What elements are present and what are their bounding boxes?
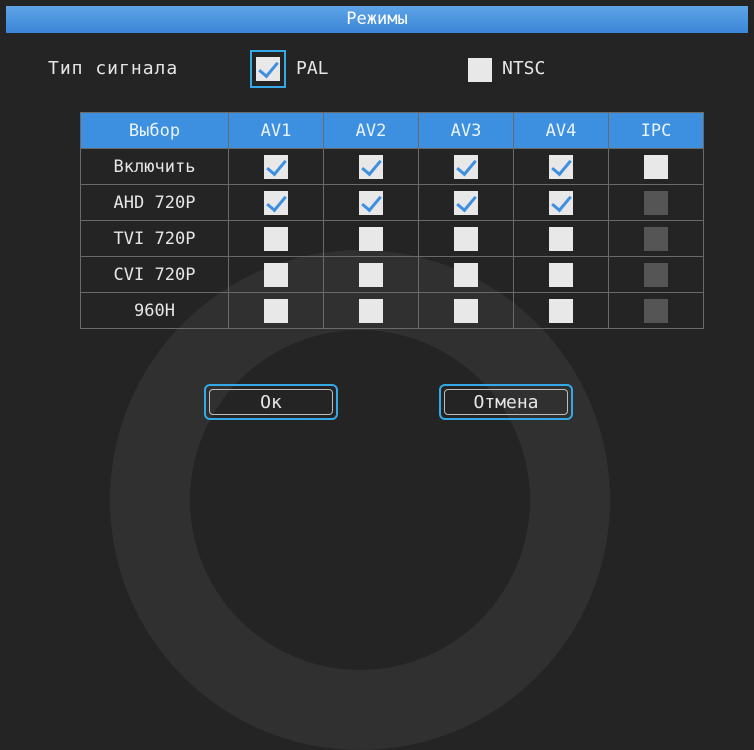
table-cell	[608, 256, 704, 293]
table-cell	[608, 292, 704, 329]
background-arc-inner	[190, 330, 530, 670]
mode-checkbox[interactable]	[644, 154, 668, 179]
table-cell	[418, 220, 514, 257]
ntsc-checkbox[interactable]	[468, 58, 492, 82]
table-cell	[608, 184, 704, 221]
header-select: Выбор	[80, 112, 229, 149]
mode-checkbox	[644, 298, 668, 323]
ok-button-label: Ок	[209, 389, 333, 415]
mode-checkbox[interactable]	[549, 226, 573, 251]
mode-table: Выбор AV1 AV2 AV3 AV4 IPC Включить AHD 72…	[80, 112, 704, 329]
dialog-title: Режимы	[6, 6, 748, 33]
mode-checkbox[interactable]	[454, 262, 478, 287]
signal-type-label: Тип сигнала	[48, 58, 179, 79]
table-cell	[418, 292, 514, 329]
mode-checkbox[interactable]	[264, 226, 288, 251]
mode-checkbox[interactable]	[549, 298, 573, 323]
mode-checkbox[interactable]	[359, 298, 383, 323]
mode-checkbox[interactable]	[359, 190, 383, 215]
signal-type-row: Тип сигнала PAL NTSC	[0, 50, 754, 90]
table-row: 960H	[80, 292, 704, 329]
table-cell	[513, 184, 609, 221]
table-cell	[323, 256, 419, 293]
table-cell	[228, 148, 324, 185]
table-row: TVI 720P	[80, 220, 704, 257]
header-ipc: IPC	[608, 112, 704, 149]
table-cell	[513, 292, 609, 329]
table-cell	[418, 184, 514, 221]
mode-checkbox[interactable]	[454, 298, 478, 323]
header-av1: AV1	[228, 112, 324, 149]
mode-checkbox[interactable]	[359, 154, 383, 179]
mode-checkbox	[644, 190, 668, 215]
mode-checkbox[interactable]	[454, 190, 478, 215]
table-row: CVI 720P	[80, 256, 704, 293]
table-cell	[323, 220, 419, 257]
pal-label: PAL	[296, 58, 329, 79]
row-label: AHD 720P	[80, 184, 229, 221]
table-cell	[418, 256, 514, 293]
header-av3: AV3	[418, 112, 514, 149]
table-cell	[418, 148, 514, 185]
table-cell	[608, 148, 704, 185]
cancel-button-label: Отмена	[444, 389, 568, 415]
table-cell	[323, 292, 419, 329]
mode-checkbox[interactable]	[264, 262, 288, 287]
row-label: 960H	[80, 292, 229, 329]
table-cell	[323, 148, 419, 185]
table-cell	[513, 148, 609, 185]
mode-checkbox[interactable]	[264, 190, 288, 215]
row-label: Включить	[80, 148, 229, 185]
mode-checkbox[interactable]	[264, 298, 288, 323]
pal-checkbox[interactable]	[256, 57, 280, 81]
table-cell	[228, 292, 324, 329]
mode-checkbox[interactable]	[454, 154, 478, 179]
ntsc-label: NTSC	[502, 58, 546, 79]
table-header-row: Выбор AV1 AV2 AV3 AV4 IPC	[80, 112, 704, 149]
table-row: AHD 720P	[80, 184, 704, 221]
table-cell	[228, 220, 324, 257]
mode-checkbox[interactable]	[454, 226, 478, 251]
mode-checkbox[interactable]	[264, 154, 288, 179]
table-cell	[513, 220, 609, 257]
ok-button[interactable]: Ок	[204, 384, 338, 420]
mode-checkbox[interactable]	[549, 262, 573, 287]
header-av2: AV2	[323, 112, 419, 149]
header-av4: AV4	[513, 112, 609, 149]
table-cell	[228, 184, 324, 221]
mode-checkbox	[644, 226, 668, 251]
cancel-button[interactable]: Отмена	[439, 384, 573, 420]
table-cell	[323, 184, 419, 221]
mode-checkbox[interactable]	[359, 226, 383, 251]
table-row: Включить	[80, 148, 704, 185]
mode-checkbox[interactable]	[359, 262, 383, 287]
row-label: TVI 720P	[80, 220, 229, 257]
mode-checkbox	[644, 262, 668, 287]
table-cell	[228, 256, 324, 293]
mode-checkbox[interactable]	[549, 154, 573, 179]
table-cell	[513, 256, 609, 293]
mode-checkbox[interactable]	[549, 190, 573, 215]
row-label: CVI 720P	[80, 256, 229, 293]
table-cell	[608, 220, 704, 257]
